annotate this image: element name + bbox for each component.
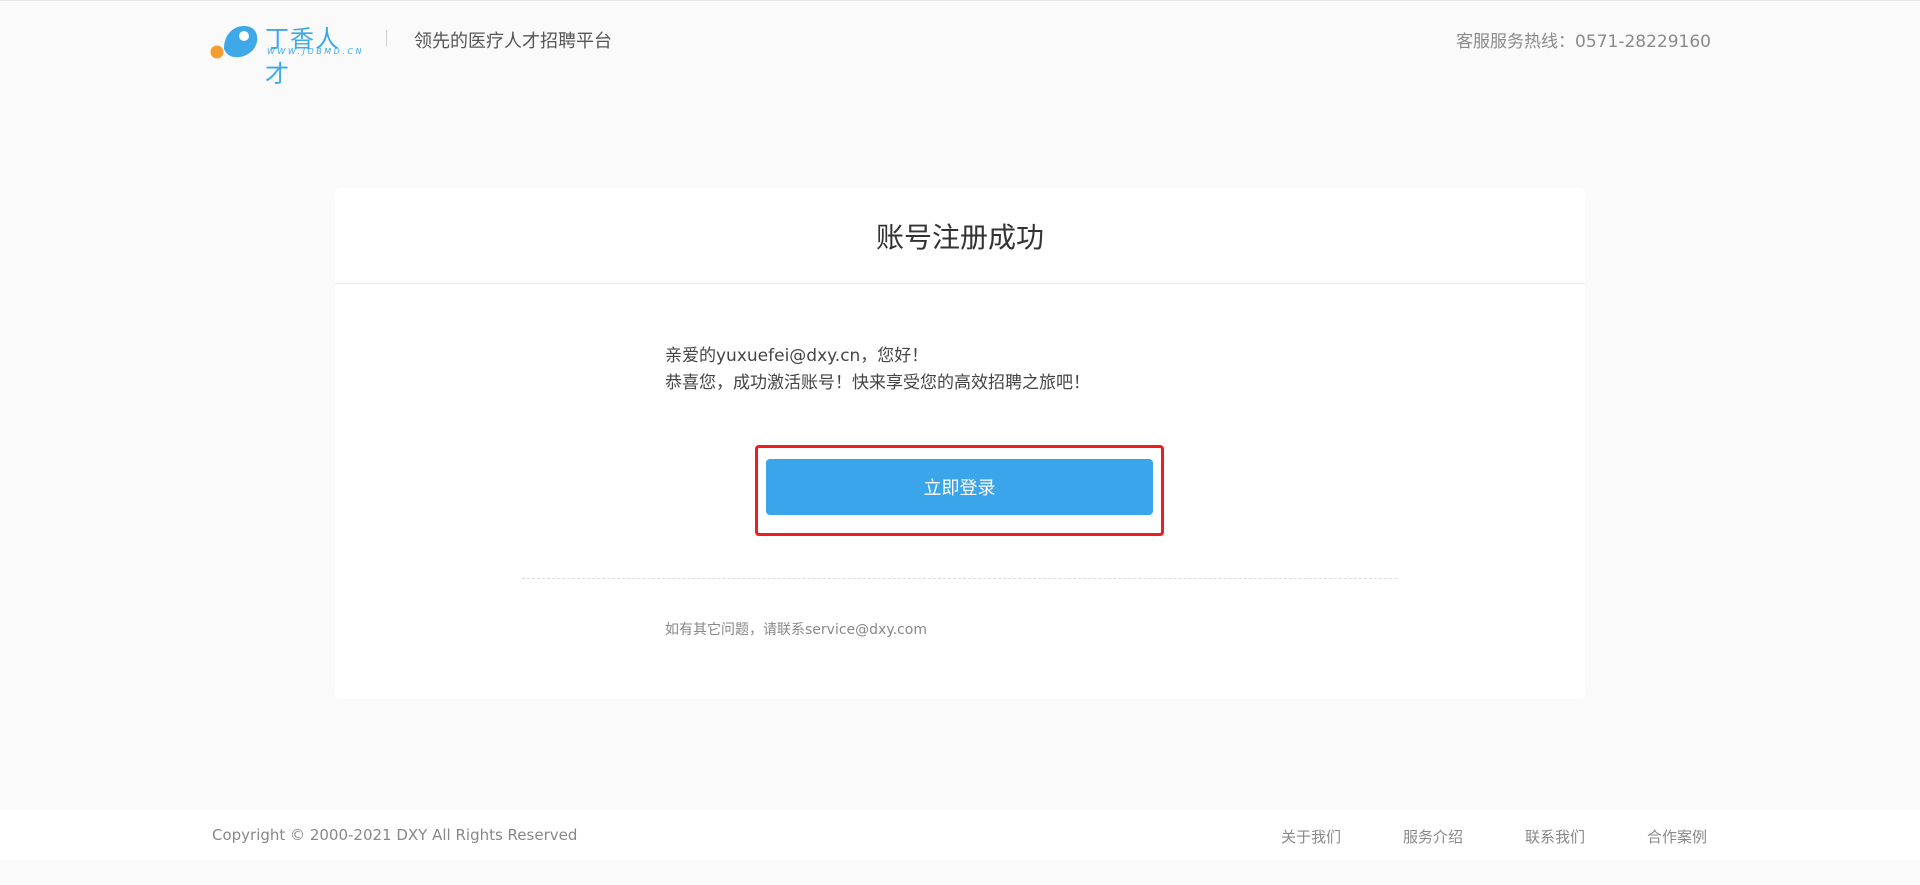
footer-link-services[interactable]: 服务介绍 <box>1403 826 1463 847</box>
greeting-message: 亲爱的yuxuefei@dxy.cn，您好！ 恭喜您，成功激活账号！快来享受您的… <box>665 343 1090 397</box>
footer-links: 关于我们 服务介绍 联系我们 合作案例 <box>1281 826 1707 847</box>
footer-link-contact[interactable]: 联系我们 <box>1525 826 1585 847</box>
service-hotline: 客服服务热线：0571-28229160 <box>1456 32 1711 52</box>
dashed-divider <box>522 578 1397 579</box>
site-slogan: 领先的医疗人才招聘平台 <box>414 31 612 52</box>
copyright-text: Copyright © 2000-2021 DXY All Rights Res… <box>212 826 578 844</box>
congratulation-line: 恭喜您，成功激活账号！快来享受您的高效招聘之旅吧！ <box>665 373 1090 393</box>
logo-url-text: WWW.JOBMD.CN <box>267 47 364 56</box>
footer-link-about[interactable]: 关于我们 <box>1281 826 1341 847</box>
site-logo[interactable]: 丁香人才 WWW.JOBMD.CN <box>210 19 361 88</box>
page-title: 账号注册成功 <box>335 188 1585 284</box>
registration-success-card: 账号注册成功 亲爱的yuxuefei@dxy.cn，您好！ 恭喜您，成功激活账号… <box>335 188 1585 699</box>
header-divider <box>386 30 387 46</box>
site-footer: Copyright © 2000-2021 DXY All Rights Res… <box>0 810 1920 860</box>
footer-link-cases[interactable]: 合作案例 <box>1647 826 1707 847</box>
site-header: 丁香人才 WWW.JOBMD.CN 领先的医疗人才招聘平台 客服服务热线：057… <box>0 1 1920 88</box>
greeting-line: 亲爱的yuxuefei@dxy.cn，您好！ <box>665 346 929 366</box>
contact-note: 如有其它问题，请联系service@dxy.com <box>665 622 927 638</box>
logo-mark-icon <box>210 25 258 59</box>
login-now-button[interactable]: 立即登录 <box>766 459 1153 515</box>
